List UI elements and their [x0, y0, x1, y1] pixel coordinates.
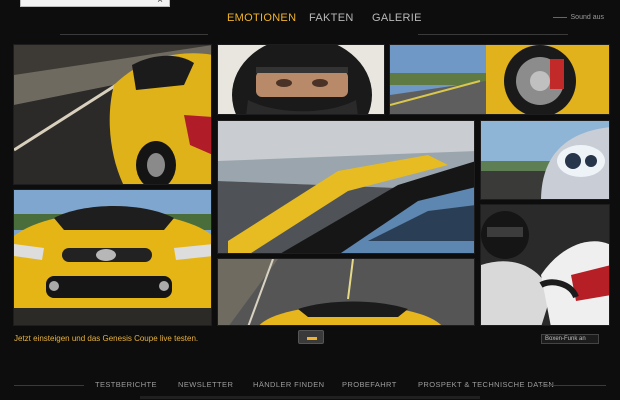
- footer-nav: TESTBERICHTE NEWSLETTER HÄNDLER FINDEN P…: [0, 380, 620, 392]
- sound-icon: [552, 16, 567, 18]
- promo-caption[interactable]: Jetzt einsteigen und das Genesis Coupe l…: [14, 334, 198, 343]
- nav-divider-left: [60, 34, 208, 35]
- road-wheel-image: [390, 45, 609, 114]
- tile-driver-helmet[interactable]: [217, 44, 385, 115]
- tile-headlight[interactable]: [480, 120, 610, 200]
- nav-item-fakten[interactable]: FAKTEN: [309, 12, 354, 24]
- footer-link-haendler-finden[interactable]: HÄNDLER FINDEN: [253, 380, 324, 389]
- footer-link-newsletter[interactable]: NEWSLETTER: [178, 380, 233, 389]
- main-nav: EMOTIONEN FAKTEN GALERIE: [0, 12, 620, 35]
- pager-indicator: [307, 337, 317, 340]
- helmet-image: [218, 45, 384, 114]
- pager-button[interactable]: [298, 330, 324, 344]
- spoiler-image: [218, 121, 474, 253]
- tile-car-rear[interactable]: [217, 258, 475, 326]
- car-rear-image: [218, 259, 474, 325]
- sound-label: Sound aus: [570, 14, 604, 21]
- nav-item-galerie[interactable]: GALERIE: [372, 12, 422, 24]
- boxen-funk-toggle[interactable]: Boxen-Funk an: [541, 334, 599, 344]
- tile-road-wheel[interactable]: [389, 44, 610, 115]
- footer-link-prospekt[interactable]: PROSPEKT & TECHNISCHE DATEN: [418, 380, 554, 389]
- gloves-image: [481, 205, 609, 325]
- sound-toggle[interactable]: Sound aus: [552, 14, 604, 21]
- tile-car-road[interactable]: [13, 44, 212, 185]
- headlight-image: [481, 121, 609, 199]
- search-field[interactable]: ×: [20, 0, 170, 7]
- footer-divider: [540, 385, 606, 386]
- legal-text-bar: [140, 396, 480, 399]
- footer-divider: [14, 385, 84, 386]
- car-front-image: [14, 190, 211, 325]
- nav-item-emotionen[interactable]: EMOTIONEN: [227, 12, 296, 24]
- close-icon[interactable]: ×: [157, 0, 163, 6]
- tile-driver-gloves[interactable]: [480, 204, 610, 326]
- tile-car-front[interactable]: [13, 189, 212, 326]
- tile-spoiler[interactable]: [217, 120, 475, 254]
- footer-link-probefahrt[interactable]: PROBEFAHRT: [342, 380, 397, 389]
- car-road-image: [14, 45, 211, 184]
- nav-divider-right: [418, 34, 568, 35]
- footer-link-testberichte[interactable]: TESTBERICHTE: [95, 380, 157, 389]
